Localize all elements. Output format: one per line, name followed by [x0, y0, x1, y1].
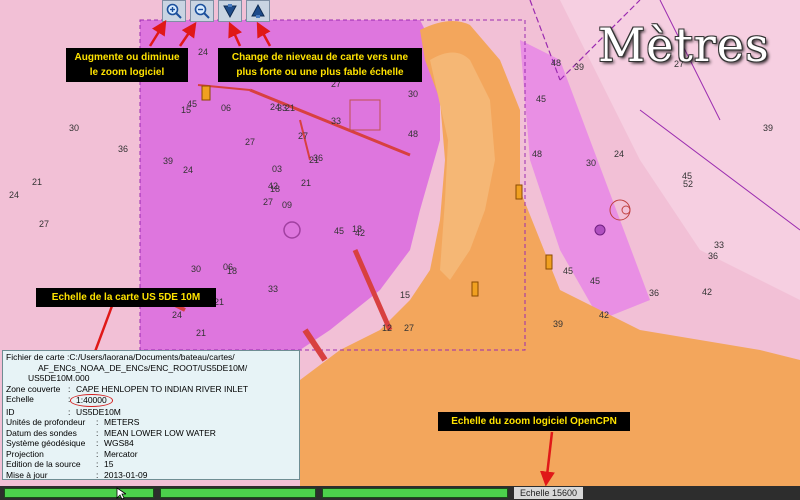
zoom-in-button[interactable] — [162, 0, 186, 22]
depth-sounding: 24 — [614, 149, 624, 159]
depth-sounding: 12 — [382, 323, 392, 333]
zoom-out-button[interactable] — [190, 0, 214, 22]
chart-bar-3[interactable] — [322, 488, 508, 498]
depth-sounding: 45 — [563, 266, 573, 276]
zoom-note: Augmente ou diminue le zoom logiciel — [66, 48, 188, 82]
depth-sounding: 48 — [408, 129, 418, 139]
metres-title: Mètres — [598, 18, 770, 72]
depth-sounding: 24 — [183, 165, 193, 175]
depth-sounding: 27 — [245, 137, 255, 147]
depth-sounding: 36 — [649, 288, 659, 298]
units-value: METERS — [104, 417, 140, 427]
depth-sounding: 30 — [69, 123, 79, 133]
chart-scale-note: Echelle de la carte US 5DE 10M — [36, 288, 216, 307]
depth-sounding: 39 — [553, 319, 563, 329]
chart-up-button[interactable] — [246, 0, 270, 22]
depth-sounding: 33 — [268, 284, 278, 294]
depth-sounding: 03 — [272, 164, 282, 174]
depth-sounding: 27 — [263, 197, 273, 207]
depth-sounding: 36 — [118, 144, 128, 154]
chart-bar-2[interactable] — [160, 488, 316, 498]
depth-sounding: 24 — [172, 310, 182, 320]
depth-sounding: 09 — [282, 200, 292, 210]
update-label: Mise à jour — [6, 469, 48, 480]
datum-value: MEAN LOWER LOW WATER — [104, 427, 216, 438]
datum-label: Datum des sondes — [6, 427, 77, 438]
id-label: ID — [6, 406, 15, 417]
depth-sounding: 33 — [277, 103, 287, 113]
id-value: US5DE10M — [76, 406, 121, 417]
chart-down-button[interactable] — [218, 0, 242, 22]
projection-value: Mercator — [104, 448, 138, 459]
software-zoom-note: Echelle du zoom logiciel OpenCPN — [438, 412, 630, 431]
depth-sounding: 33 — [331, 116, 341, 126]
depth-sounding: 36 — [708, 251, 718, 261]
status-bar: Echelle 15600 — [0, 486, 800, 500]
depth-sounding: 06 — [223, 262, 233, 272]
units-label: Unités de profondeur — [6, 417, 86, 427]
depth-sounding: 36 — [313, 153, 323, 163]
zoom-note-line1: Augmente ou diminue — [74, 52, 180, 63]
depth-sounding: 21 — [32, 177, 42, 187]
chart-scale-down-icon — [223, 4, 237, 19]
depth-sounding: 27 — [39, 219, 49, 229]
depth-sounding: 42 — [702, 287, 712, 297]
depth-sounding: 45 — [187, 99, 197, 109]
depth-sounding: 33 — [714, 240, 724, 250]
projection-label: Projection — [6, 448, 44, 459]
file-label: Fichier de carte : — [6, 352, 70, 362]
chart-scale-up-icon — [251, 3, 265, 18]
depth-sounding: 48 — [532, 149, 542, 159]
update-value: 2013-01-09 — [104, 469, 148, 480]
zoom-out-icon — [194, 3, 210, 19]
depth-sounding: 21 — [301, 178, 311, 188]
depth-sounding: 45 — [536, 94, 546, 104]
chart-bar-1[interactable] — [4, 488, 154, 498]
mouse-cursor-icon — [116, 487, 126, 500]
depth-sounding: 39 — [163, 156, 173, 166]
file-path-line2: AF_ENCs_NOAA_DE_ENCs/ENC_ROOT/US5DE10M/ — [38, 362, 248, 373]
depth-sounding: 39 — [763, 123, 773, 133]
depth-sounding: 42 — [599, 310, 609, 320]
scale-label: Echelle — [6, 394, 34, 404]
depth-sounding: 45 — [334, 226, 344, 236]
zoom-in-icon — [166, 3, 182, 19]
geodetic-label: Système géodésique — [6, 438, 86, 448]
depth-sounding: 18 — [352, 224, 362, 234]
chart-level-note-line2: plus forte ou une plus fable échelle — [236, 67, 404, 78]
depth-sounding: 24 — [9, 190, 19, 200]
depth-sounding: 27 — [298, 131, 308, 141]
depth-sounding: 06 — [221, 103, 231, 113]
depth-sounding: 52 — [683, 179, 693, 189]
geodetic-value: WGS84 — [104, 438, 134, 448]
depth-sounding: 15 — [400, 290, 410, 300]
depth-sounding: 24 — [198, 47, 208, 57]
edition-value: 15 — [104, 459, 114, 469]
chart-level-note: Change de nieveau de carte vers une plus… — [218, 48, 422, 82]
depth-sounding: 21 — [196, 328, 206, 338]
depth-sounding: 48 — [551, 58, 561, 68]
depth-sounding: 45 — [590, 276, 600, 286]
zoom-note-line2: le zoom logiciel — [89, 67, 165, 78]
zoom-scale-label: Echelle 15600 — [514, 487, 584, 499]
depth-sounding: 30 — [408, 89, 418, 99]
chart-level-note-line1: Change de nieveau de carte vers une — [231, 52, 409, 63]
depth-sounding: 42 — [268, 181, 278, 191]
file-path-line1: C:/Users/laorana/Documents/bateau/cartes… — [69, 352, 235, 362]
zone-value: CAPE HENLOPEN TO INDIAN RIVER INLET — [76, 383, 249, 394]
chart-info-panel: Fichier de carte : C:/Users/laorana/Docu… — [2, 350, 300, 480]
depth-sounding: 39 — [574, 62, 584, 72]
depth-sounding: 30 — [191, 264, 201, 274]
depth-sounding: 27 — [404, 323, 414, 333]
edition-label: Edition de la source — [6, 459, 81, 469]
scale-value: 1:40000 — [70, 394, 113, 407]
depth-sounding: 30 — [586, 158, 596, 168]
file-path-line3: US5DE10M.000 — [28, 373, 90, 383]
zone-label: Zone couverte — [6, 383, 61, 394]
